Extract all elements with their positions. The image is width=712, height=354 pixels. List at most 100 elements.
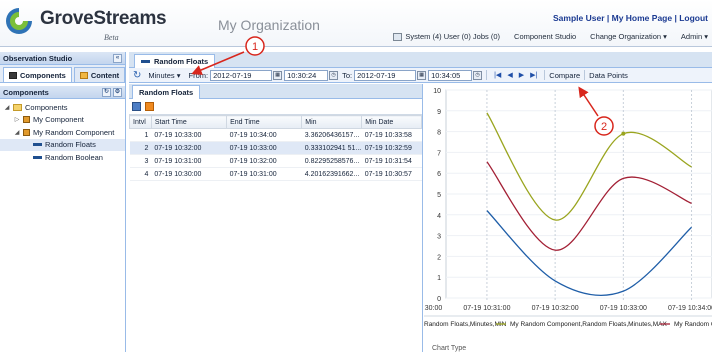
subtab-random-floats[interactable]: Random Floats [132, 85, 201, 99]
column-header[interactable]: Min Date [361, 115, 422, 129]
from-label: From: [188, 70, 209, 80]
column-header[interactable]: Min [301, 115, 363, 129]
y-tick-label: 4 [437, 213, 441, 220]
grid-tab-bar: Random Floats [129, 84, 422, 99]
table-cell: 07-19 10:33:00 [151, 128, 227, 142]
tree-expander-icon[interactable]: ◢ [14, 129, 20, 136]
tree-item-label: My Component [33, 115, 84, 125]
from-date-field[interactable]: 2012-07-19 [210, 69, 273, 81]
y-tick-label: 5 [437, 192, 441, 199]
table-cell: 2 [129, 141, 152, 155]
tree-expander-icon[interactable]: ◢ [4, 104, 10, 111]
left-panel: Observation Studio « Components Content … [0, 52, 126, 352]
table-cell: 07-19 10:30:57 [361, 167, 422, 181]
top-links: Sample User | My Home Page | Logout [553, 13, 708, 23]
settings-icon[interactable]: ⚙ [113, 88, 122, 97]
to-date-field[interactable]: 2012-07-19 [354, 69, 417, 81]
to-calendar-icon[interactable]: ▦ [417, 70, 427, 80]
tree-item-label: Random Floats [45, 140, 96, 150]
grovestreams-logo-icon [6, 8, 32, 34]
table-row[interactable]: 1 07-19 10:33:00 07-19 10:34:00 3.362064361… [129, 128, 422, 142]
tab-random-floats[interactable]: Random Floats [134, 54, 216, 68]
table-cell: 4 [129, 167, 152, 181]
data-points-button[interactable]: Data Points [589, 71, 628, 80]
to-time-field[interactable]: 10:34:05 [428, 69, 473, 81]
y-tick-label: 7 [437, 150, 441, 157]
next-icon[interactable]: ▶ [519, 71, 524, 79]
tab-content[interactable]: Content [73, 67, 126, 82]
toolbar-divider [584, 70, 586, 80]
table-row[interactable]: 3 07-19 10:31:00 07-19 10:32:00 0.822952585… [129, 154, 422, 168]
component-studio-label: Component Studio [514, 32, 577, 41]
logout-link[interactable]: Logout [679, 13, 708, 23]
table-cell: 0.333102941 51... [301, 141, 362, 155]
table-cell: 3.36206436157... [301, 128, 362, 142]
interval-dropdown[interactable]: Minutes ▾ [148, 71, 180, 80]
first-page-icon[interactable]: |◀ [494, 71, 501, 79]
from-time-icon[interactable]: ◷ [329, 70, 339, 80]
component-icon [23, 128, 30, 136]
to-time-icon[interactable]: ◷ [473, 70, 483, 80]
tree-item[interactable]: Random Boolean [0, 151, 125, 164]
tree-item[interactable]: ◢ My Random Component [0, 126, 125, 139]
change-organization-menu[interactable]: Change Organization ▾ [590, 32, 667, 41]
refresh-icon[interactable]: ↻ [102, 88, 111, 97]
y-tick-label: 1 [437, 275, 441, 282]
table-row[interactable]: 2 07-19 10:32:00 07-19 10:33:00 0.333102941… [129, 141, 422, 155]
line-chart[interactable]: 0 1 2 3 4 5 6 7 8 9 10 07-19 10:30:00 07-19 10:31:00… [395, 84, 712, 352]
tree-item[interactable]: ◢ Components [0, 101, 125, 114]
data-point-marker [621, 131, 626, 136]
from-time-field[interactable]: 10:30:24 [284, 69, 329, 81]
y-tick-label: 10 [433, 88, 441, 95]
y-tick-label: 9 [437, 109, 441, 116]
legend-label-avg: My Random Component,Random Floats,Minute… [674, 321, 712, 328]
admin-menu[interactable]: Admin ▾ [681, 32, 708, 41]
rss-feed-icon[interactable] [145, 102, 154, 111]
monitor-icon [393, 32, 403, 41]
brand-name: GroveStreams [40, 8, 167, 29]
compare-button[interactable]: Compare [549, 71, 580, 80]
intervals-table: Intvl Start Time End Time Min Min Date 1 07-1… [129, 115, 422, 181]
tree-item[interactable]: ▷ My Component [0, 114, 125, 127]
last-page-icon[interactable]: ▶| [530, 71, 537, 79]
table-cell: 4.20162391662... [301, 167, 362, 181]
content-tab-icon [79, 71, 88, 79]
previous-icon[interactable]: ◀ [507, 71, 512, 79]
app-header: GroveStreams Beta My Organization Sample… [0, 0, 712, 47]
organization-title: My Organization [218, 17, 320, 33]
chart-type-label: Chart Type [432, 345, 466, 352]
y-tick-label: 8 [437, 130, 441, 137]
sample-user-link[interactable]: Sample User [553, 13, 605, 23]
refresh-button-icon[interactable]: ↻ [133, 70, 141, 81]
column-header[interactable]: Intvl [129, 115, 152, 129]
tree-expander-icon[interactable]: ▷ [14, 116, 20, 123]
table-cell: 07-19 10:31:00 [226, 167, 302, 181]
table-cell: 07-19 10:31:00 [151, 154, 227, 168]
y-tick-label: 0 [437, 296, 441, 303]
tree-item[interactable]: Random Floats [0, 138, 125, 151]
column-header[interactable]: End Time [226, 115, 303, 129]
chart-area[interactable]: 0 1 2 3 4 5 6 7 8 9 10 07-19 10:30:00 07-19 10:31:00… [395, 84, 712, 352]
table-row[interactable]: 4 07-19 10:30:00 07-19 10:31:00 4.201623916… [129, 167, 422, 181]
my-home-page-link[interactable]: My Home Page [612, 13, 672, 23]
system-status-button[interactable]: System (4) User (0) Jobs (0) [393, 32, 500, 41]
column-header[interactable]: Start Time [150, 115, 228, 129]
main-tab-bar: Random Floats [129, 52, 712, 68]
stream-icon [141, 60, 150, 63]
collapse-left-icon[interactable]: « [113, 54, 122, 63]
legend-label-min: Random Floats,Minutes,MIN [424, 321, 507, 328]
component-tree: ◢ Components ▷ My Component ◢ My Random Compo… [0, 99, 125, 166]
components-panel-title: Components [3, 88, 49, 97]
save-icon[interactable] [132, 102, 141, 111]
time-toolbar: ↻ Minutes ▾ From: 2012-07-19 ▦ 10:30:24 … [129, 68, 712, 83]
table-cell: 07-19 10:34:00 [226, 128, 302, 142]
legend-label-max: My Random Component,Random Floats,Minute… [510, 321, 667, 328]
component-studio-button[interactable]: Component Studio [514, 32, 576, 41]
from-calendar-icon[interactable]: ▦ [273, 70, 283, 80]
y-tick-label: 3 [437, 234, 441, 241]
toolbar-divider [544, 70, 546, 80]
system-status-label: System (4) User (0) Jobs (0) [405, 32, 501, 41]
y-tick-label: 2 [437, 254, 441, 261]
tab-components[interactable]: Components [3, 67, 72, 82]
y-tick-label: 6 [437, 171, 441, 178]
